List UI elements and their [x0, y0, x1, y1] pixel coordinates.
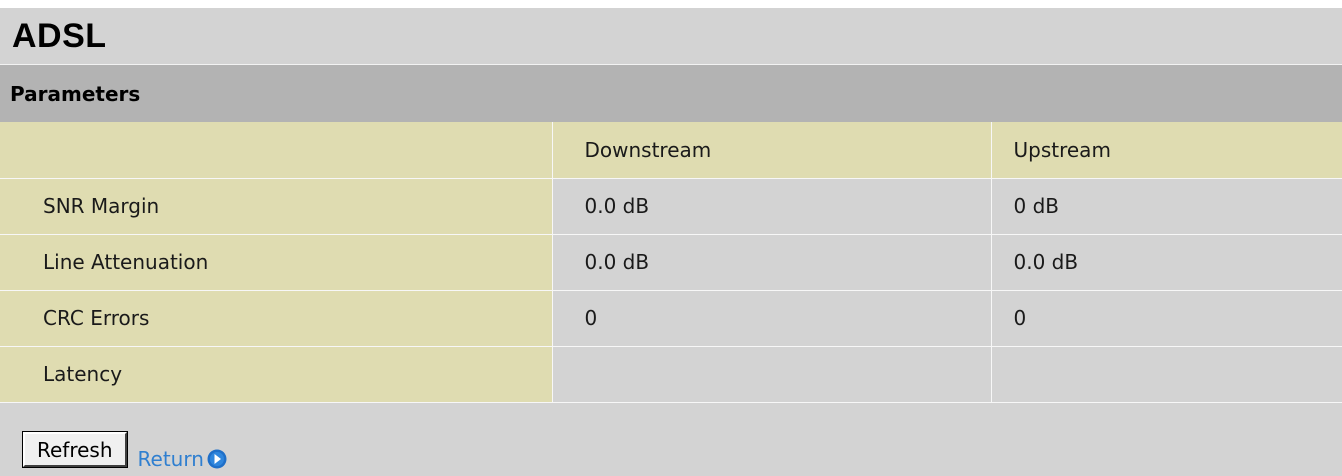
refresh-button[interactable]: Refresh — [22, 431, 128, 468]
table-row: SNR Margin 0.0 dB 0 dB — [0, 178, 1342, 235]
table-header-row: Downstream Upstream — [0, 122, 1342, 179]
action-bar: Refresh Return — [22, 431, 227, 471]
page-title-bar: ADSL — [0, 8, 1342, 65]
column-header-downstream: Downstream — [552, 122, 992, 179]
section-header: Parameters — [0, 65, 1342, 122]
crc-errors-downstream: 0 — [552, 290, 992, 347]
section-title: Parameters — [10, 81, 141, 106]
latency-upstream — [991, 346, 1342, 403]
snr-margin-downstream: 0.0 dB — [552, 178, 992, 235]
return-link[interactable]: Return — [138, 447, 227, 471]
crc-errors-upstream: 0 — [991, 290, 1342, 347]
arrow-right-circle-icon — [207, 449, 227, 469]
table-row: Line Attenuation 0.0 dB 0.0 dB — [0, 234, 1342, 291]
row-label-snr-margin: SNR Margin — [0, 178, 553, 235]
row-label-latency: Latency — [0, 346, 553, 403]
parameters-table: Downstream Upstream SNR Margin 0.0 dB 0 … — [0, 122, 1342, 403]
return-link-label: Return — [137, 447, 204, 471]
row-label-line-attenuation: Line Attenuation — [0, 234, 553, 291]
line-attenuation-upstream: 0.0 dB — [991, 234, 1342, 291]
line-attenuation-downstream: 0.0 dB — [552, 234, 992, 291]
adsl-status-page: ADSL Parameters Downstream Upstream SNR … — [0, 8, 1342, 476]
table-row: Latency — [0, 346, 1342, 403]
row-label-crc-errors: CRC Errors — [0, 290, 553, 347]
snr-margin-upstream: 0 dB — [991, 178, 1342, 235]
latency-downstream — [552, 346, 992, 403]
table-row: CRC Errors 0 0 — [0, 290, 1342, 347]
column-header-empty — [0, 122, 553, 179]
column-header-upstream: Upstream — [991, 122, 1342, 179]
page-title: ADSL — [12, 16, 107, 55]
